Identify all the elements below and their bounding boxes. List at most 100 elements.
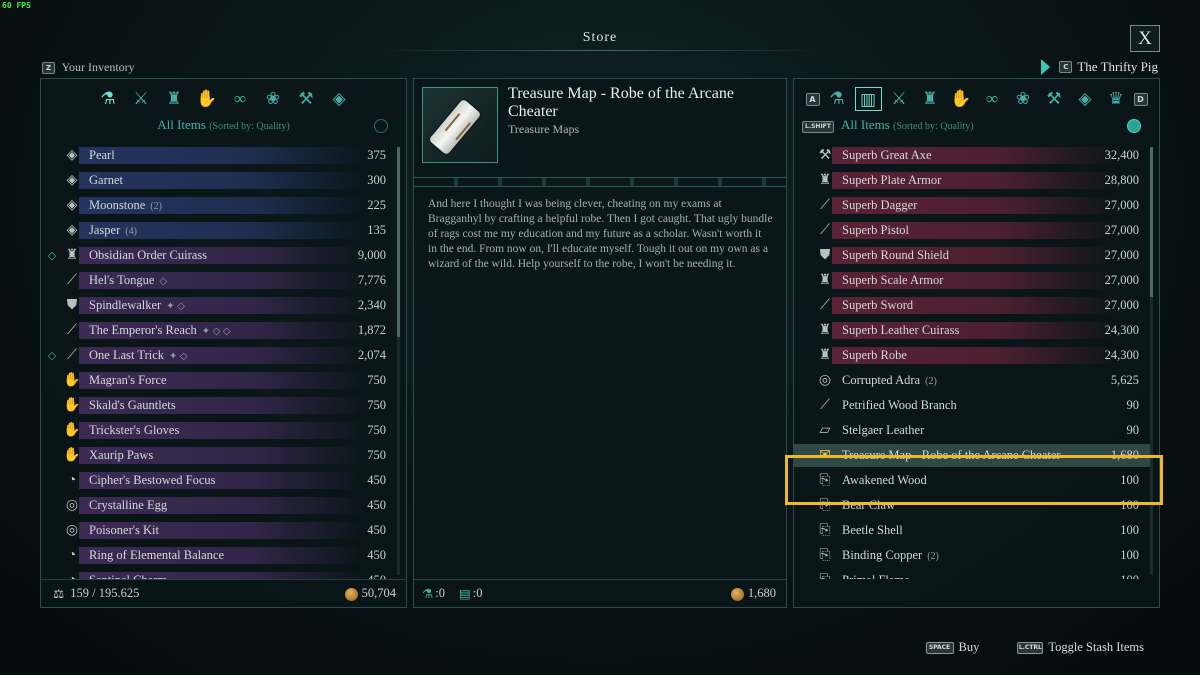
vendor-row[interactable]: ⎘ Primal Flame 100 bbox=[794, 568, 1159, 580]
gauntlets-tab-icon[interactable]: ✋ bbox=[948, 87, 975, 111]
item-description: And here I thought I was being clever, c… bbox=[428, 198, 773, 270]
inventory-row[interactable]: ◈ Pearl 375 bbox=[41, 143, 406, 168]
inventory-row[interactable]: ◇ ⟋ One Last Trick ✦ ◇ 2,074 bbox=[41, 343, 406, 368]
ingredient-count: :0 bbox=[435, 586, 445, 600]
inventory-row[interactable]: ◎ Poisoner's Kit 450 bbox=[41, 518, 406, 543]
stash-count: :0 bbox=[472, 586, 483, 600]
gems-tab-icon[interactable]: ◈ bbox=[1072, 87, 1099, 111]
item-extra: ✦ ◇ bbox=[169, 351, 188, 362]
item-name-text: Trickster's Gloves bbox=[89, 423, 180, 437]
inventory-row[interactable]: ✋ Xaurip Paws 750 bbox=[41, 443, 406, 468]
item-name: Ring of Elemental Balance bbox=[89, 548, 336, 563]
stash-icon: ▤ bbox=[458, 586, 471, 601]
sort-toggle[interactable] bbox=[1127, 119, 1141, 133]
inventory-row[interactable]: ◔ Ring of Elemental Balance 450 bbox=[41, 543, 406, 568]
inventory-row[interactable]: ✋ Skald's Gauntlets 750 bbox=[41, 393, 406, 418]
inventory-row[interactable]: ◔ Cipher's Bestowed Focus 450 bbox=[41, 468, 406, 493]
vendor-row[interactable]: ⟋ Superb Dagger 27,000 bbox=[794, 193, 1159, 218]
cuirass-tab-icon[interactable]: ♜ bbox=[917, 87, 944, 111]
all-items-tab-icon[interactable]: ⚗ bbox=[95, 87, 122, 111]
sort-note: (Sorted by: Quality) bbox=[893, 121, 974, 132]
inventory-row[interactable]: ◈ Garnet 300 bbox=[41, 168, 406, 193]
vendor-row[interactable]: ⎘ Beetle Shell 100 bbox=[794, 518, 1159, 543]
vendor-row[interactable]: ⟋ Superb Sword 27,000 bbox=[794, 293, 1159, 318]
cuirass-icon: ♜ bbox=[818, 323, 832, 338]
item-name-text: Superb Plate Armor bbox=[842, 173, 942, 187]
vendor-scroll-thumb[interactable] bbox=[1150, 147, 1153, 297]
all-items-tab-icon[interactable]: ⚗ bbox=[824, 87, 851, 111]
crafting-tab-icon[interactable]: ⚒ bbox=[293, 87, 320, 111]
inventory-row[interactable]: ◈ Moonstone (2) 225 bbox=[41, 193, 406, 218]
vendor-row[interactable]: ◎ Corrupted Adra (2) 5,625 bbox=[794, 368, 1159, 393]
armor-tab-icon[interactable]: ♜ bbox=[161, 87, 188, 111]
gem-icon: ◈ bbox=[66, 173, 78, 188]
gem-icon: ◈ bbox=[66, 148, 78, 163]
item-extra: (2) bbox=[150, 201, 162, 212]
weapons-tab-icon[interactable]: ⚔ bbox=[128, 87, 155, 111]
pistol-icon: ⟋ bbox=[820, 222, 830, 238]
sword-icon: ⟋ bbox=[820, 297, 830, 313]
item-name: The Emperor's Reach ✦ ◇ ◇ bbox=[89, 323, 336, 338]
key-a: A bbox=[805, 92, 820, 106]
detail-divider bbox=[414, 177, 786, 187]
vendor-header[interactable]: C The Thrifty Pig bbox=[1041, 59, 1158, 75]
gauntlet-icon: ✋ bbox=[63, 398, 81, 413]
space-key: SPACE bbox=[925, 642, 954, 655]
inventory-scroll-thumb[interactable] bbox=[397, 147, 400, 337]
inventory-row[interactable]: ⟋ Hel's Tongue ◇ 7,776 bbox=[41, 268, 406, 293]
item-extra: (4) bbox=[125, 226, 137, 237]
vendor-row[interactable]: ⎘ Binding Copper (2) 100 bbox=[794, 543, 1159, 568]
vendor-row[interactable]: ▱ Stelgaer Leather 90 bbox=[794, 418, 1159, 443]
item-name: Petrified Wood Branch bbox=[842, 398, 1089, 413]
consumables-tab-icon[interactable]: ❀ bbox=[260, 87, 287, 111]
item-name: Poisoner's Kit bbox=[89, 523, 336, 538]
vendor-sort-label[interactable]: All Items (Sorted by: Quality) bbox=[841, 117, 974, 133]
vendor-row[interactable]: ⚒ Superb Great Axe 32,400 bbox=[794, 143, 1159, 168]
inventory-row[interactable]: ◎ Crystalline Egg 450 bbox=[41, 493, 406, 518]
sort-toggle[interactable] bbox=[374, 119, 388, 133]
vendor-row[interactable]: ♜ Superb Plate Armor 28,800 bbox=[794, 168, 1159, 193]
vendor-row[interactable]: ♜ Superb Leather Cuirass 24,300 bbox=[794, 318, 1159, 343]
your-inventory-header[interactable]: Z Your Inventory bbox=[42, 60, 135, 75]
shield-icon: ⛊ bbox=[66, 297, 78, 313]
inventory-footer: ⚖ 159 / 195.625 50,704 bbox=[41, 579, 406, 607]
accessories-tab-icon[interactable]: ∞ bbox=[979, 87, 1006, 111]
inventory-row[interactable]: ✋ Magran's Force 750 bbox=[41, 368, 406, 393]
item-value: 27,000 bbox=[1104, 223, 1139, 237]
scrap-icon: ⎘ bbox=[819, 522, 831, 538]
crown-tab-icon[interactable]: ♛ bbox=[1103, 87, 1130, 111]
equipped-marker-icon: ◇ bbox=[47, 250, 57, 262]
vendor-row[interactable]: ♜ Superb Robe 24,300 bbox=[794, 343, 1159, 368]
vendor-row[interactable]: ⟋ Petrified Wood Branch 90 bbox=[794, 393, 1159, 418]
crafting-tab-icon[interactable]: ⚒ bbox=[1041, 87, 1068, 111]
item-extra: ✦ ◇ ◇ bbox=[201, 326, 231, 337]
consumables-tab-icon[interactable]: ❀ bbox=[1010, 87, 1037, 111]
item-name: Trickster's Gloves bbox=[89, 423, 336, 438]
inventory-row[interactable]: ✋ Trickster's Gloves 750 bbox=[41, 418, 406, 443]
vendor-row[interactable]: ⟋ Superb Pistol 27,000 bbox=[794, 218, 1159, 243]
toggle-stash-hint[interactable]: L.CTRL Toggle Stash Items bbox=[1017, 640, 1144, 655]
vendor-row[interactable]: ♜ Superb Scale Armor 27,000 bbox=[794, 268, 1159, 293]
item-name-text: Binding Copper bbox=[842, 548, 923, 562]
item-name-text: Xaurip Paws bbox=[89, 448, 154, 462]
inventory-row[interactable]: ◈ Jasper (4) 135 bbox=[41, 218, 406, 243]
inventory-row[interactable]: ◇ ♜ Obsidian Order Cuirass 9,000 bbox=[41, 243, 406, 268]
key-z: Z bbox=[42, 62, 55, 75]
armor-tab-icon[interactable]: ▥ bbox=[854, 87, 882, 111]
inventory-sort-label[interactable]: All Items (Sorted by: Quality) bbox=[41, 117, 406, 133]
close-button[interactable]: X bbox=[1130, 25, 1160, 52]
ring-icon: ◎ bbox=[818, 373, 832, 388]
buy-hint[interactable]: SPACE Buy bbox=[925, 640, 979, 655]
vendor-panel: A ⚗ ▥ ⚔ ♜ ✋ ∞ ❀ ⚒ ◈ ♛ D L.SHIFT All Item… bbox=[793, 78, 1160, 608]
inventory-row[interactable]: ⛊ Spindlewalker ✦ ◇ 2,340 bbox=[41, 293, 406, 318]
vendor-row[interactable]: ⛊ Superb Round Shield 27,000 bbox=[794, 243, 1159, 268]
accessories-tab-icon[interactable]: ∞ bbox=[227, 87, 254, 111]
gauntlets-tab-icon[interactable]: ✋ bbox=[194, 87, 221, 111]
inventory-row[interactable]: ◔Sentinel Charm450 bbox=[41, 568, 406, 579]
weapons-tab-icon[interactable]: ⚔ bbox=[886, 87, 913, 111]
item-name: Stelgaer Leather bbox=[842, 423, 1089, 438]
item-name: Obsidian Order Cuirass bbox=[89, 248, 336, 263]
item-name: Cipher's Bestowed Focus bbox=[89, 473, 336, 488]
gems-tab-icon[interactable]: ◈ bbox=[326, 87, 353, 111]
inventory-row[interactable]: ⟋ The Emperor's Reach ✦ ◇ ◇ 1,872 bbox=[41, 318, 406, 343]
